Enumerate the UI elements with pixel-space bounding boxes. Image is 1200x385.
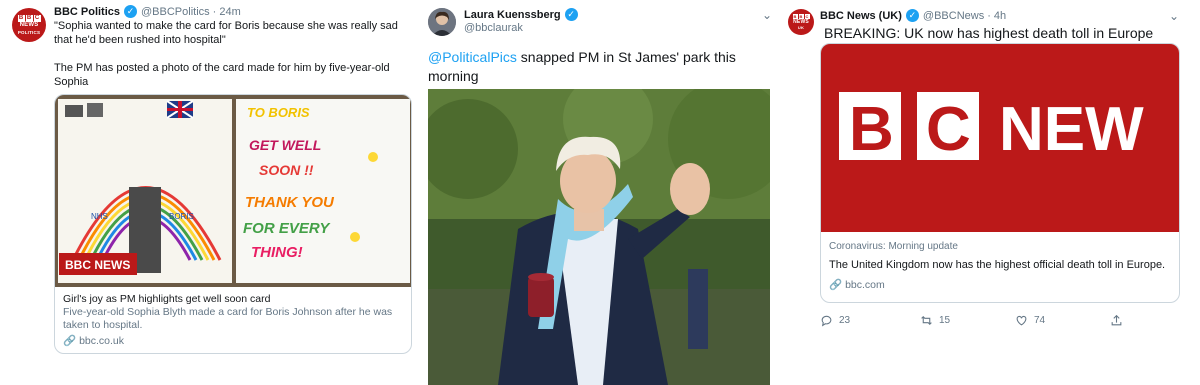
share-button[interactable] xyxy=(1110,314,1123,327)
avatar-politics-label: POLITICS xyxy=(17,29,41,35)
tweet-time[interactable]: · 24m xyxy=(213,6,241,18)
verified-icon: ✓ xyxy=(905,9,919,22)
card-description: Five-year-old Sophia Blyth made a card f… xyxy=(63,306,393,331)
like-button[interactable]: 74 xyxy=(1015,314,1110,327)
card-line-5: FOR EVERY xyxy=(243,220,331,237)
reply-count: 23 xyxy=(839,315,851,326)
mention-link[interactable]: @PoliticalPics xyxy=(428,49,517,65)
card-line-1: TO BORIS xyxy=(247,105,310,120)
card-title[interactable]: Girl's joy as PM highlights get well soo… xyxy=(63,293,403,306)
tweet-body: The PM has posted a photo of the card ma… xyxy=(54,62,390,88)
author-name[interactable]: BBC Politics xyxy=(54,6,120,18)
boris-label: BORIS xyxy=(169,212,194,221)
tweet-body: @PoliticalPics snapped PM in St James' p… xyxy=(428,48,768,86)
tweet-photo[interactable] xyxy=(428,89,770,385)
reply-button[interactable]: 23 xyxy=(820,314,920,327)
card-meta: Girl's joy as PM highlights get well soo… xyxy=(55,287,411,353)
retweet-button[interactable]: 15 xyxy=(920,314,1015,327)
card-image: B C NEW xyxy=(821,44,1179,232)
nhs-label: NHS xyxy=(91,212,108,221)
card-summary[interactable]: The United Kingdom now has the highest o… xyxy=(829,259,1171,272)
logo-letters-new: NEW xyxy=(999,95,1144,164)
tweet-bbc-politics: BBC NEWS POLITICS BBC Politics ✓ @BBCPol… xyxy=(0,0,420,385)
tweet-time[interactable]: · 4h xyxy=(987,10,1006,22)
bbc-politics-avatar[interactable]: BBC NEWS POLITICS xyxy=(12,8,46,42)
author-handle[interactable]: @BBCNews xyxy=(923,10,984,22)
avatar-uk-label: UK xyxy=(797,25,805,30)
logo-letter-b: B xyxy=(849,95,894,164)
bbc-news-logo: BBC NEWS xyxy=(59,253,137,275)
card-link-domain: bbc.co.uk xyxy=(79,335,125,347)
retweet-count: 15 xyxy=(939,315,951,326)
chevron-down-icon[interactable]: ⌄ xyxy=(762,8,772,22)
link-card[interactable]: B C NEW Coronavirus: Morning update The … xyxy=(820,43,1180,303)
link-icon: 🔗 xyxy=(829,279,843,291)
share-icon xyxy=(1111,314,1122,326)
smiley-icon xyxy=(368,152,378,162)
card-link-domain: bbc.com xyxy=(845,279,885,291)
author-handle[interactable]: @bbclaurak xyxy=(464,22,523,34)
bbc-logo-blocks: BBC xyxy=(17,14,41,22)
card-meta: Coronavirus: Morning update The United K… xyxy=(821,232,1179,300)
retweet-icon xyxy=(921,315,932,326)
author-name[interactable]: Laura Kuenssberg xyxy=(464,9,561,21)
avatar-news-label: NEWS xyxy=(19,21,39,28)
bbc-news-avatar[interactable]: BBC NEWS UK xyxy=(788,9,814,35)
card-category: Coronavirus: Morning update xyxy=(829,241,958,252)
like-count: 74 xyxy=(1034,315,1046,326)
card-link[interactable]: 🔗 bbc.com xyxy=(829,279,1171,292)
link-icon: 🔗 xyxy=(63,335,77,347)
verified-icon: ✓ xyxy=(124,5,138,18)
smiley-icon xyxy=(350,232,360,242)
card-line-6: THING! xyxy=(251,244,303,261)
tweet-headline: BREAKING: UK now has highest death toll … xyxy=(824,25,1154,41)
reply-icon xyxy=(821,315,832,327)
profile-photo xyxy=(428,8,456,36)
verified-icon: ✓ xyxy=(564,8,578,21)
author-name[interactable]: BBC News (UK) xyxy=(820,10,902,22)
card-link[interactable]: 🔗 bbc.co.uk xyxy=(63,335,403,348)
svg-text:BBC NEWS: BBC NEWS xyxy=(65,258,130,272)
tweet-laura-kuenssberg: Laura Kuenssberg ✓ @bbclaurak ⌄ @Politic… xyxy=(420,0,780,385)
union-jack-drawing xyxy=(166,100,194,119)
tweet-quote: "Sophia wanted to make the card for Bori… xyxy=(54,20,398,46)
card-line-4: THANK YOU xyxy=(245,194,335,211)
link-card[interactable]: NHS BORIS BBC NEWS TO BORIS GET WELL SOO… xyxy=(54,94,412,354)
card-line-3: SOON !! xyxy=(259,162,314,178)
coffee-cup xyxy=(528,277,554,317)
author-handle[interactable]: @BBCPolitics xyxy=(141,6,210,18)
chevron-down-icon[interactable]: ⌄ xyxy=(1169,9,1179,23)
tweet-bbc-news-uk: BBC NEWS UK BBC News (UK) ✓ @BBCNews · 4… xyxy=(780,0,1200,385)
laura-avatar[interactable] xyxy=(428,8,456,36)
card-line-2: GET WELL xyxy=(249,137,321,153)
heart-icon xyxy=(1016,315,1027,326)
card-photo: NHS BORIS BBC NEWS TO BORIS GET WELL SOO… xyxy=(55,95,411,287)
logo-letter-c: C xyxy=(926,95,971,164)
